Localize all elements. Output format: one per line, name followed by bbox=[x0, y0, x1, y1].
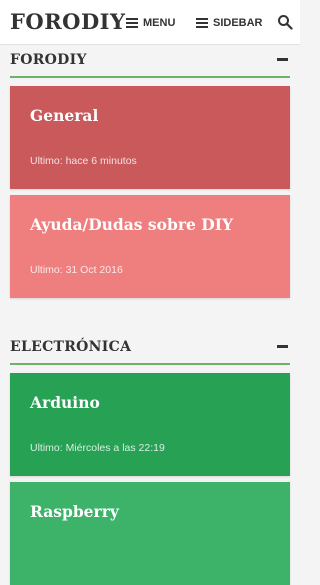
forum-title[interactable]: Raspberry bbox=[30, 502, 119, 521]
collapse-icon[interactable] bbox=[277, 345, 288, 348]
forum-last-post: Ultimo: 31 Oct 2016 bbox=[30, 264, 123, 276]
section-header-forodiy: FORODIY bbox=[10, 48, 290, 78]
forum-card-general[interactable]: General Ultimo: hace 6 minutos bbox=[10, 86, 290, 189]
sidebar-button[interactable]: SIDEBAR bbox=[196, 14, 263, 32]
sidebar-label: SIDEBAR bbox=[213, 17, 263, 29]
section-header-electronica: ELECTRÓNICA bbox=[10, 335, 290, 365]
hamburger-icon bbox=[126, 18, 138, 28]
section-title: ELECTRÓNICA bbox=[10, 339, 132, 355]
hamburger-icon bbox=[196, 18, 208, 28]
section-title: FORODIY bbox=[10, 52, 87, 68]
menu-label: MENU bbox=[143, 17, 176, 29]
forum-title[interactable]: General bbox=[30, 106, 98, 125]
forum-title[interactable]: Arduino bbox=[30, 393, 100, 412]
top-bar: FORODIY MENU SIDEBAR bbox=[0, 0, 300, 45]
site-logo[interactable]: FORODIY bbox=[10, 9, 125, 35]
forum-card-arduino[interactable]: Arduino Ultimo: Miércoles a las 22:19 bbox=[10, 373, 290, 476]
forum-card-ayuda[interactable]: Ayuda/Dudas sobre DIY Ultimo: 31 Oct 201… bbox=[10, 195, 290, 298]
search-icon[interactable] bbox=[277, 14, 293, 30]
forum-title[interactable]: Ayuda/Dudas sobre DIY bbox=[30, 215, 233, 234]
forum-last-post: Ultimo: hace 6 minutos bbox=[30, 155, 137, 167]
collapse-icon[interactable] bbox=[277, 58, 288, 61]
menu-button[interactable]: MENU bbox=[126, 14, 175, 32]
forum-last-post: Ultimo: Miércoles a las 22:19 bbox=[30, 442, 165, 454]
